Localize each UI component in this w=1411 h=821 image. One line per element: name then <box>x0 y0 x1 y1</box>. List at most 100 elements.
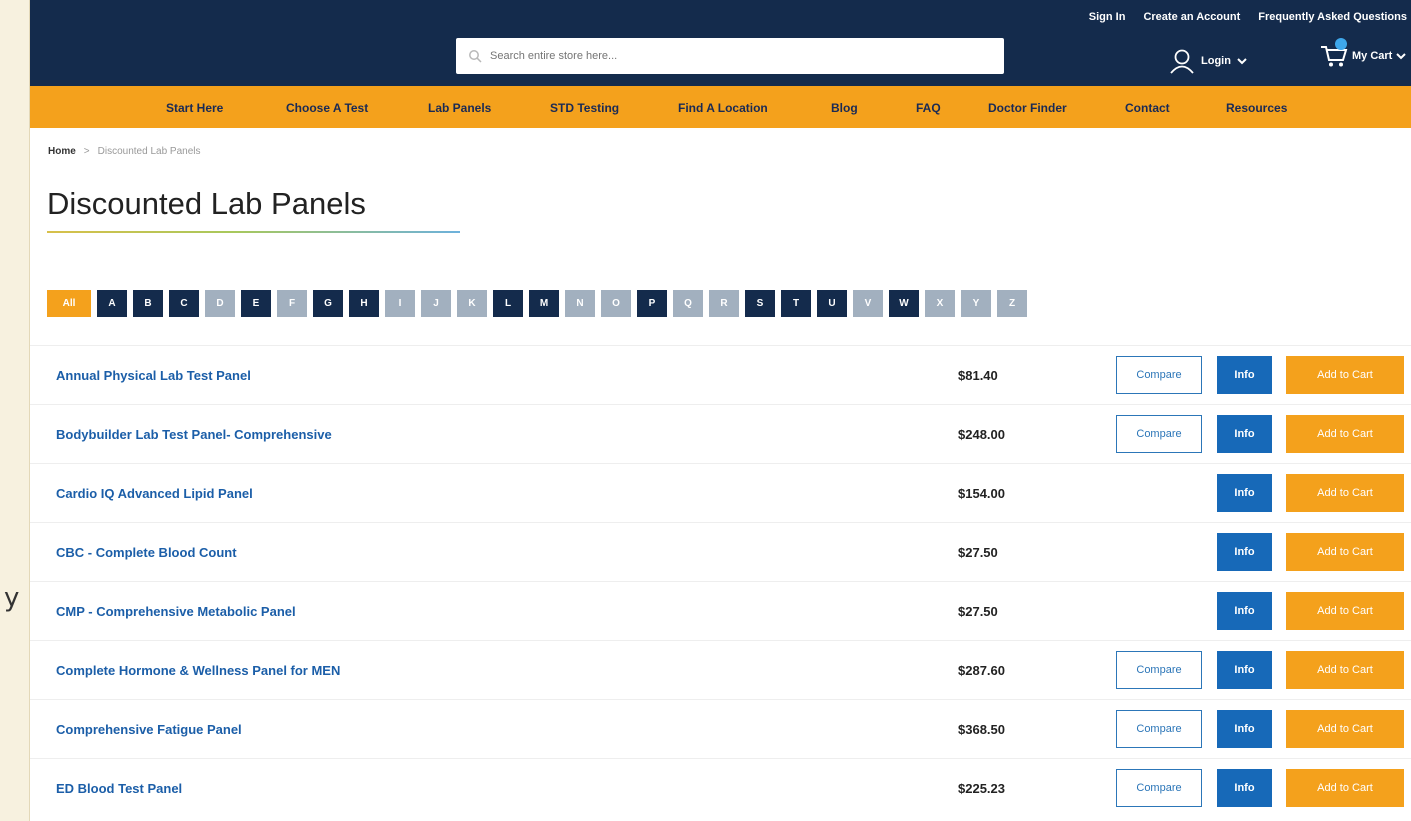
cart-menu[interactable]: My Cart <box>1320 38 1407 68</box>
product-row: CMP - Comprehensive Metabolic Panel $27.5… <box>30 581 1411 641</box>
top-links: Sign In Create an Account Frequently Ask… <box>1089 11 1407 23</box>
filter-letter-n[interactable]: N <box>565 290 595 317</box>
breadcrumb-current: Discounted Lab Panels <box>97 146 201 157</box>
nav-blog[interactable]: Blog <box>831 101 858 115</box>
create-account-link[interactable]: Create an Account <box>1143 11 1240 23</box>
filter-letter-d[interactable]: D <box>205 290 235 317</box>
filter-letter-l[interactable]: L <box>493 290 523 317</box>
filter-letter-i[interactable]: I <box>385 290 415 317</box>
main-nav: Start Here Choose A Test Lab Panels STD … <box>30 86 1411 128</box>
filter-letter-z[interactable]: Z <box>997 290 1027 317</box>
nav-lab-panels[interactable]: Lab Panels <box>428 101 491 115</box>
product-name-link[interactable]: CMP - Comprehensive Metabolic Panel <box>56 604 296 619</box>
product-name-link[interactable]: Comprehensive Fatigue Panel <box>56 722 242 737</box>
breadcrumb-separator: > <box>83 146 90 157</box>
info-button[interactable]: Info <box>1217 710 1272 748</box>
filter-letter-c[interactable]: C <box>169 290 199 317</box>
compare-button[interactable]: Compare <box>1116 769 1202 807</box>
filter-letter-m[interactable]: M <box>529 290 559 317</box>
cart-chevron-down-icon <box>1396 52 1407 59</box>
nav-choose-a-test[interactable]: Choose A Test <box>286 101 368 115</box>
add-to-cart-button[interactable]: Add to Cart <box>1286 533 1404 571</box>
product-price: $368.50 <box>958 722 1005 737</box>
filter-letter-h[interactable]: H <box>349 290 379 317</box>
user-icon <box>1170 49 1194 74</box>
nav-std-testing[interactable]: STD Testing <box>550 101 619 115</box>
add-to-cart-button[interactable]: Add to Cart <box>1286 356 1404 394</box>
filter-letter-v[interactable]: V <box>853 290 883 317</box>
filter-letter-p[interactable]: P <box>637 290 667 317</box>
add-to-cart-button[interactable]: Add to Cart <box>1286 474 1404 512</box>
product-price: $81.40 <box>958 368 998 383</box>
filter-all-button[interactable]: All <box>47 290 91 317</box>
search-input[interactable] <box>488 49 972 63</box>
site-header: Sign In Create an Account Frequently Ask… <box>30 0 1411 86</box>
product-name-link[interactable]: Cardio IQ Advanced Lipid Panel <box>56 486 253 501</box>
breadcrumb: Home > Discounted Lab Panels <box>48 146 201 157</box>
side-fragment-text: y <box>4 583 20 613</box>
login-menu[interactable]: Login <box>1169 48 1247 74</box>
filter-letter-u[interactable]: U <box>817 290 847 317</box>
filter-letter-w[interactable]: W <box>889 290 919 317</box>
product-name-link[interactable]: Complete Hormone & Wellness Panel for ME… <box>56 663 340 678</box>
filter-letter-s[interactable]: S <box>745 290 775 317</box>
product-price: $27.50 <box>958 545 998 560</box>
filter-letter-r[interactable]: R <box>709 290 739 317</box>
filter-letter-y[interactable]: Y <box>961 290 991 317</box>
title-underline <box>47 231 460 233</box>
filter-letter-g[interactable]: G <box>313 290 343 317</box>
nav-doctor-finder[interactable]: Doctor Finder <box>988 101 1067 115</box>
product-row: Comprehensive Fatigue Panel $368.50 Compar… <box>30 699 1411 759</box>
filter-letter-x[interactable]: X <box>925 290 955 317</box>
info-button[interactable]: Info <box>1217 592 1272 630</box>
nav-contact[interactable]: Contact <box>1125 101 1170 115</box>
info-button[interactable]: Info <box>1217 356 1272 394</box>
filter-letter-t[interactable]: T <box>781 290 811 317</box>
add-to-cart-button[interactable]: Add to Cart <box>1286 592 1404 630</box>
nav-find-a-location[interactable]: Find A Location <box>678 101 768 115</box>
add-to-cart-button[interactable]: Add to Cart <box>1286 415 1404 453</box>
product-row: Complete Hormone & Wellness Panel for ME… <box>30 640 1411 700</box>
breadcrumb-home[interactable]: Home <box>48 146 76 157</box>
product-price: $287.60 <box>958 663 1005 678</box>
filter-letter-b[interactable]: B <box>133 290 163 317</box>
product-name-link[interactable]: Annual Physical Lab Test Panel <box>56 368 251 383</box>
add-to-cart-button[interactable]: Add to Cart <box>1286 651 1404 689</box>
filter-letter-k[interactable]: K <box>457 290 487 317</box>
compare-button[interactable]: Compare <box>1116 415 1202 453</box>
product-price: $27.50 <box>958 604 998 619</box>
product-price: $225.23 <box>958 781 1005 796</box>
cart-label: My Cart <box>1352 50 1393 62</box>
nav-faq[interactable]: FAQ <box>916 101 941 115</box>
info-button[interactable]: Info <box>1217 769 1272 807</box>
nav-resources[interactable]: Resources <box>1226 101 1287 115</box>
product-name-link[interactable]: ED Blood Test Panel <box>56 781 182 796</box>
product-name-link[interactable]: CBC - Complete Blood Count <box>56 545 237 560</box>
filter-letter-e[interactable]: E <box>241 290 271 317</box>
search-icon <box>469 50 482 63</box>
product-row: Annual Physical Lab Test Panel $81.40 Comp… <box>30 345 1411 405</box>
cart-badge <box>1335 38 1347 50</box>
search-bar <box>456 38 1004 74</box>
add-to-cart-button[interactable]: Add to Cart <box>1286 769 1404 807</box>
compare-button[interactable]: Compare <box>1116 356 1202 394</box>
compare-button[interactable]: Compare <box>1116 710 1202 748</box>
filter-letter-f[interactable]: F <box>277 290 307 317</box>
sign-in-link[interactable]: Sign In <box>1089 11 1126 23</box>
faq-link[interactable]: Frequently Asked Questions <box>1258 11 1407 23</box>
product-price: $248.00 <box>958 427 1005 442</box>
nav-start-here[interactable]: Start Here <box>166 101 223 115</box>
filter-letter-j[interactable]: J <box>421 290 451 317</box>
filter-letter-o[interactable]: O <box>601 290 631 317</box>
info-button[interactable]: Info <box>1217 533 1272 571</box>
info-button[interactable]: Info <box>1217 474 1272 512</box>
info-button[interactable]: Info <box>1217 415 1272 453</box>
info-button[interactable]: Info <box>1217 651 1272 689</box>
left-side-panel: y <box>0 0 30 821</box>
product-name-link[interactable]: Bodybuilder Lab Test Panel- Comprehensiv… <box>56 427 332 442</box>
login-label: Login <box>1201 55 1231 67</box>
filter-letter-a[interactable]: A <box>97 290 127 317</box>
compare-button[interactable]: Compare <box>1116 651 1202 689</box>
add-to-cart-button[interactable]: Add to Cart <box>1286 710 1404 748</box>
filter-letter-q[interactable]: Q <box>673 290 703 317</box>
